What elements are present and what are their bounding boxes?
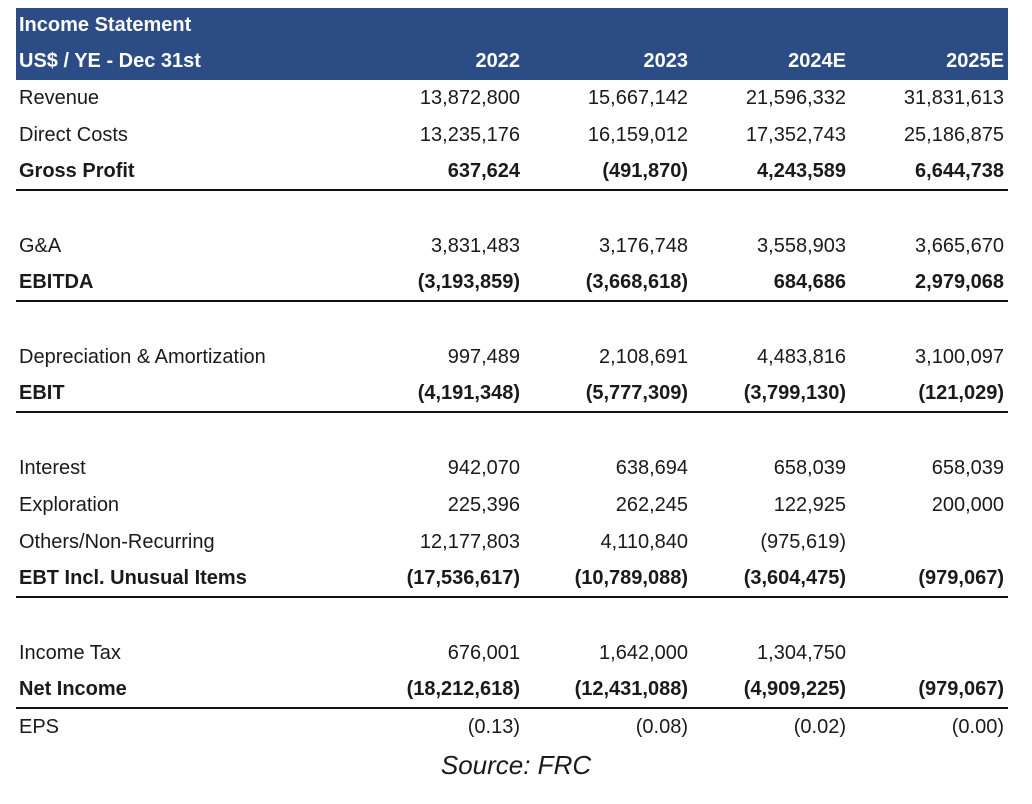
value-cell: 12,177,803 xyxy=(419,531,520,553)
row-spacer xyxy=(16,598,1008,635)
row-label: EPS xyxy=(19,716,60,738)
row-spacer xyxy=(16,413,1008,450)
value-cell: (4,909,225) xyxy=(743,678,846,700)
value-cell: 684,686 xyxy=(773,271,846,293)
row-label: EBITDA xyxy=(19,271,94,293)
row-label: Income Tax xyxy=(19,642,121,664)
year-header: 2024E xyxy=(788,50,846,72)
table-row: EPS (0.13) (0.08) (0.02) (0.00) xyxy=(16,709,1008,746)
value-cell: 1,642,000 xyxy=(599,642,688,664)
value-cell: (491,870) xyxy=(602,160,688,182)
table-row: Revenue 13,872,800 15,667,142 21,596,332 31,… xyxy=(16,80,1008,117)
year-header-row: US$ / YE - Dec 31st 2022 2023 2024E 2025… xyxy=(16,43,1008,80)
value-cell: (4,191,348) xyxy=(417,382,520,404)
unit-label: US$ / YE - Dec 31st xyxy=(19,50,201,72)
year-header: 2025E xyxy=(946,50,1004,72)
value-cell: 3,665,670 xyxy=(915,235,1004,257)
value-cell: 262,245 xyxy=(615,494,688,516)
value-cell: 676,001 xyxy=(447,642,520,664)
value-cell: (18,212,618) xyxy=(406,678,520,700)
income-statement-table: Income Statement US$ / YE - Dec 31st 202… xyxy=(16,8,1008,746)
table-row: Direct Costs 13,235,176 16,159,012 17,352,7… xyxy=(16,117,1008,154)
table-row: Interest 942,070 638,694 658,039 658,039 xyxy=(16,450,1008,487)
value-cell: (979,067) xyxy=(918,678,1004,700)
row-label: Gross Profit xyxy=(19,160,135,182)
row-spacer xyxy=(16,302,1008,339)
row-label: Exploration xyxy=(19,494,120,516)
value-cell: (0.00) xyxy=(951,716,1004,738)
value-cell: 13,235,176 xyxy=(419,124,520,146)
value-cell: (0.08) xyxy=(635,716,688,738)
value-cell: (3,193,859) xyxy=(417,271,520,293)
value-cell: (121,029) xyxy=(918,382,1004,404)
table-title: Income Statement xyxy=(19,14,192,36)
table-row: Net Income (18,212,618) (12,431,088) (4,909… xyxy=(16,672,1008,709)
table-row: EBT Incl. Unusual Items (17,536,617) (10,7… xyxy=(16,561,1008,598)
value-cell: 13,872,800 xyxy=(419,87,520,109)
table-row: EBIT (4,191,348) (5,777,309) (3,799,130) (12… xyxy=(16,376,1008,413)
source-caption: Source: FRC xyxy=(440,750,592,780)
table-row: EBITDA (3,193,859) (3,668,618) 684,686 2,979… xyxy=(16,265,1008,302)
value-cell: 4,483,816 xyxy=(757,346,846,368)
value-cell: 21,596,332 xyxy=(745,87,846,109)
row-label: Others/Non-Recurring xyxy=(19,531,215,553)
value-cell: 4,110,840 xyxy=(600,531,689,553)
row-label: Net Income xyxy=(19,678,127,700)
value-cell: 658,039 xyxy=(931,457,1004,479)
value-cell: (17,536,617) xyxy=(406,567,520,589)
table-row: Others/Non-Recurring 12,177,803 4,110,840 (… xyxy=(16,524,1008,561)
year-header: 2022 xyxy=(475,50,521,72)
value-cell: 3,831,483 xyxy=(431,235,520,257)
year-header: 2023 xyxy=(643,50,689,72)
value-cell: (3,604,475) xyxy=(743,567,846,589)
value-cell: (975,619) xyxy=(760,531,846,553)
value-cell: 997,489 xyxy=(447,346,520,368)
value-cell: 6,644,738 xyxy=(915,160,1004,182)
row-label: EBIT xyxy=(19,382,65,404)
value-cell: 17,352,743 xyxy=(745,124,846,146)
row-spacer xyxy=(16,191,1008,228)
row-label: Revenue xyxy=(19,87,100,109)
value-cell: (3,668,618) xyxy=(585,271,688,293)
table-row: G&A 3,831,483 3,176,748 3,558,903 3,665,670 xyxy=(16,228,1008,265)
value-cell: 2,979,068 xyxy=(915,271,1004,293)
table-row: Income Tax 676,001 1,642,000 1,304,750 xyxy=(16,635,1008,672)
value-cell: 1,304,750 xyxy=(757,642,846,664)
table-body: Revenue 13,872,800 15,667,142 21,596,332 31,… xyxy=(16,80,1008,746)
row-label: G&A xyxy=(19,235,62,257)
value-cell: 31,831,613 xyxy=(903,87,1004,109)
table-row: Depreciation & Amortization 997,489 2,108,… xyxy=(16,339,1008,376)
table-row: Gross Profit 637,624 (491,870) 4,243,589 6,6… xyxy=(16,154,1008,191)
value-cell: (0.02) xyxy=(793,716,846,738)
value-cell: (12,431,088) xyxy=(574,678,688,700)
value-cell: (3,799,130) xyxy=(743,382,846,404)
value-cell: 122,925 xyxy=(773,494,846,516)
value-cell: 3,558,903 xyxy=(757,235,846,257)
value-cell: 658,039 xyxy=(773,457,846,479)
value-cell: 4,243,589 xyxy=(757,160,846,182)
value-cell: 225,396 xyxy=(447,494,520,516)
value-cell: 25,186,875 xyxy=(903,124,1004,146)
value-cell: 638,694 xyxy=(615,457,688,479)
value-cell: (10,789,088) xyxy=(574,567,688,589)
value-cell: 15,667,142 xyxy=(587,87,688,109)
value-cell: 942,070 xyxy=(447,457,520,479)
value-cell: 16,159,012 xyxy=(587,124,688,146)
row-label: Direct Costs xyxy=(19,124,128,146)
value-cell: 2,108,691 xyxy=(599,346,688,368)
value-cell: 3,176,748 xyxy=(599,235,688,257)
table-row: Exploration 225,396 262,245 122,925 200,000 xyxy=(16,487,1008,524)
table-title-row: Income Statement xyxy=(16,8,1008,43)
row-label: Depreciation & Amortization xyxy=(19,346,266,368)
value-cell: (5,777,309) xyxy=(585,382,688,404)
value-cell: 637,624 xyxy=(447,160,520,182)
value-cell: 3,100,097 xyxy=(915,346,1004,368)
value-cell: (979,067) xyxy=(918,567,1004,589)
value-cell: 200,000 xyxy=(931,494,1004,516)
row-label: Interest xyxy=(19,457,86,479)
row-label: EBT Incl. Unusual Items xyxy=(19,567,247,589)
value-cell: (0.13) xyxy=(467,716,520,738)
